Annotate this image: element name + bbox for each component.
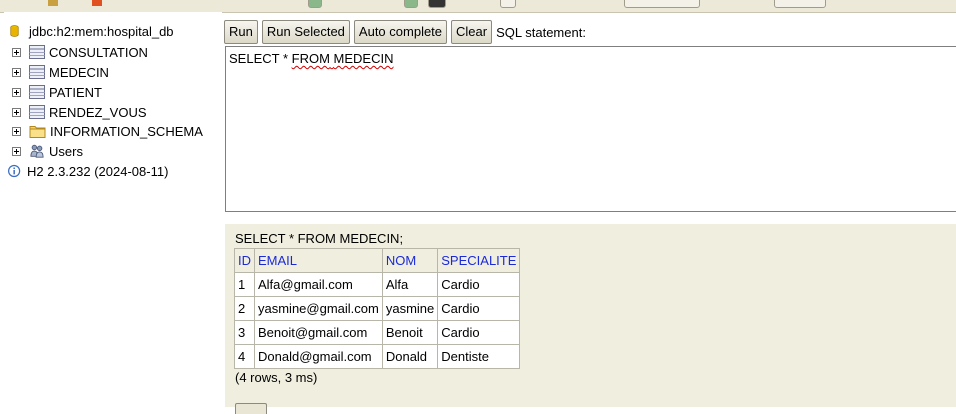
table-label: PATIENT: [49, 84, 102, 100]
tree-version: H2 2.3.232 (2024-08-11): [8, 161, 168, 181]
tree-database[interactable]: jdbc:h2:mem:hospital_db: [10, 21, 174, 41]
database-icon: [10, 25, 19, 37]
run-selected-button[interactable]: Run Selected: [261, 20, 350, 44]
stop-icon[interactable]: [92, 0, 102, 6]
result-panel: SELECT * FROM MEDECIN; ID EMAIL NOM SPEC…: [225, 224, 956, 414]
tree-users[interactable]: Users: [10, 141, 83, 161]
result-table: ID EMAIL NOM SPECIALITE 1 Alfa@gmail.com…: [234, 248, 521, 369]
expand-icon[interactable]: [12, 47, 21, 57]
executed-statement: SELECT * FROM MEDECIN;: [235, 231, 404, 246]
table-row: 2 yasmine@gmail.com yasmine Cardio: [234, 296, 521, 321]
cell-specialite: Cardio: [437, 272, 521, 297]
cell-specialite: Cardio: [437, 296, 521, 321]
cell-email: Benoit@gmail.com: [254, 320, 383, 345]
sql-editor[interactable]: SELECT * FROM MEDECIN: [225, 46, 956, 212]
users-icon: [30, 144, 44, 158]
sql-toolbar: Run Run Selected Auto complete Clear SQL…: [224, 19, 586, 45]
table-icon: [29, 105, 45, 119]
expand-icon[interactable]: [12, 126, 21, 136]
partial-button[interactable]: [235, 403, 267, 414]
clear-button[interactable]: Clear: [451, 20, 493, 44]
cell-specialite: Dentiste: [437, 344, 521, 369]
sql-text-select: SELECT *: [229, 51, 292, 66]
table-header-row: ID EMAIL NOM SPECIALITE: [234, 248, 521, 273]
schema-label: INFORMATION_SCHEMA: [50, 123, 203, 139]
table-icon: [29, 65, 45, 79]
expand-icon[interactable]: [12, 146, 21, 156]
run-button[interactable]: Run: [224, 20, 258, 44]
tree-table-consultation[interactable]: CONSULTATION: [10, 42, 148, 62]
object-tree: jdbc:h2:mem:hospital_db CONSULTATION MED…: [4, 12, 222, 407]
expand-icon[interactable]: [12, 67, 21, 77]
table-row: 1 Alfa@gmail.com Alfa Cardio: [234, 272, 521, 297]
cell-nom: yasmine: [381, 296, 439, 321]
cell-email: Alfa@gmail.com: [254, 272, 383, 297]
toolbar-select[interactable]: [624, 0, 700, 8]
tree-schema[interactable]: INFORMATION_SCHEMA: [10, 121, 203, 141]
table-row: 3 Benoit@gmail.com Benoit Cardio: [234, 320, 521, 345]
column-header-id[interactable]: ID: [234, 248, 255, 273]
toolbar-button[interactable]: [500, 0, 516, 8]
cell-id: 2: [234, 296, 255, 321]
sql-keyword-from: FROM: [291, 51, 330, 66]
tree-table-rendez-vous[interactable]: RENDEZ_VOUS: [10, 102, 147, 122]
toolbar-select[interactable]: [774, 0, 826, 8]
info-icon: [8, 164, 21, 178]
cell-nom: Benoit: [381, 320, 439, 345]
table-row: 4 Donald@gmail.com Donald Dentiste: [234, 344, 521, 369]
cell-nom: Alfa: [381, 272, 439, 297]
row-count: (4 rows, 3 ms): [235, 370, 318, 385]
column-header-specialite[interactable]: SPECIALITE: [437, 248, 521, 273]
cell-id: 3: [234, 320, 255, 345]
auto-complete-button[interactable]: Auto complete: [353, 20, 448, 44]
users-label: Users: [49, 143, 83, 159]
version-label: H2 2.3.232 (2024-08-11): [27, 163, 169, 179]
expand-icon[interactable]: [12, 107, 21, 117]
cell-email: Donald@gmail.com: [254, 344, 383, 369]
table-label: MEDECIN: [49, 64, 109, 80]
cell-id: 1: [234, 272, 255, 297]
toolbar-button[interactable]: [428, 0, 446, 8]
tree-table-medecin[interactable]: MEDECIN: [10, 62, 109, 82]
table-label: RENDEZ_VOUS: [49, 104, 147, 120]
toolbar-icon[interactable]: [48, 0, 58, 6]
cell-nom: Donald: [381, 344, 439, 369]
table-icon: [29, 85, 45, 99]
cell-specialite: Cardio: [437, 320, 521, 345]
expand-icon[interactable]: [12, 87, 21, 97]
table-icon: [29, 45, 45, 59]
toolbar-button[interactable]: [404, 0, 418, 8]
cell-email: yasmine@gmail.com: [254, 296, 383, 321]
sql-table-name: MEDECIN: [333, 51, 394, 66]
cell-id: 4: [234, 344, 255, 369]
tree-table-patient[interactable]: PATIENT: [10, 82, 102, 102]
column-header-email[interactable]: EMAIL: [254, 248, 383, 273]
folder-icon: [29, 126, 46, 138]
database-url: jdbc:h2:mem:hospital_db: [29, 23, 174, 39]
table-label: CONSULTATION: [49, 44, 148, 60]
sql-statement-label: SQL statement:: [496, 24, 586, 40]
toolbar-button[interactable]: [308, 0, 322, 8]
column-header-nom[interactable]: NOM: [381, 248, 439, 273]
